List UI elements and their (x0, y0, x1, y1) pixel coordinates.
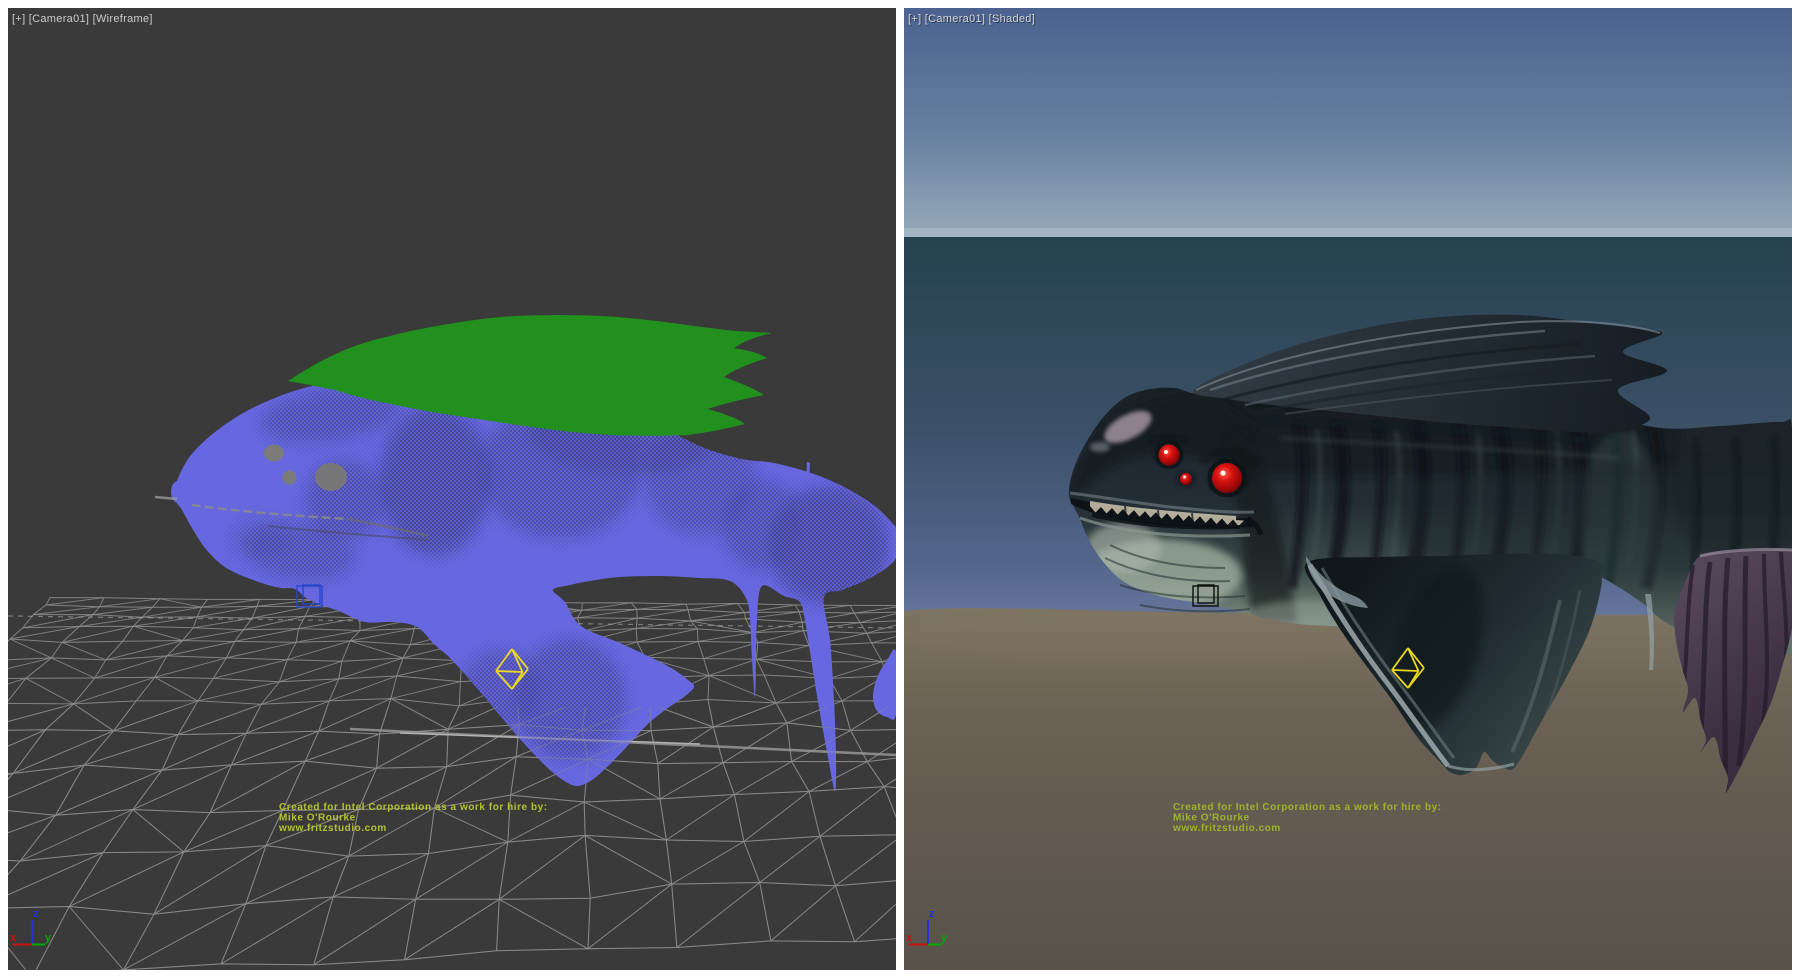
svg-text:z: z (929, 908, 935, 920)
svg-text:Created for Intel Corporation: Created for Intel Corporation as a work … (1173, 802, 1442, 813)
svg-text:Created for Intel Corporation: Created for Intel Corporation as a work … (279, 802, 548, 813)
svg-text:x: x (10, 932, 17, 944)
svg-text:www.fritzstudio.com: www.fritzstudio.com (1172, 823, 1281, 834)
svg-text:Mike O'Rourke: Mike O'Rourke (279, 813, 356, 824)
svg-text:[+] [Camera01] [Wireframe]: [+] [Camera01] [Wireframe] (12, 13, 153, 25)
svg-text:y: y (941, 932, 948, 944)
svg-text:[+] [Camera01] [Shaded]: [+] [Camera01] [Shaded] (908, 13, 1035, 25)
svg-text:z: z (33, 908, 39, 920)
svg-text:Mike O'Rourke: Mike O'Rourke (1173, 813, 1250, 824)
svg-text:x: x (906, 932, 913, 944)
svg-text:y: y (45, 932, 52, 944)
svg-text:www.fritzstudio.com: www.fritzstudio.com (278, 823, 387, 834)
